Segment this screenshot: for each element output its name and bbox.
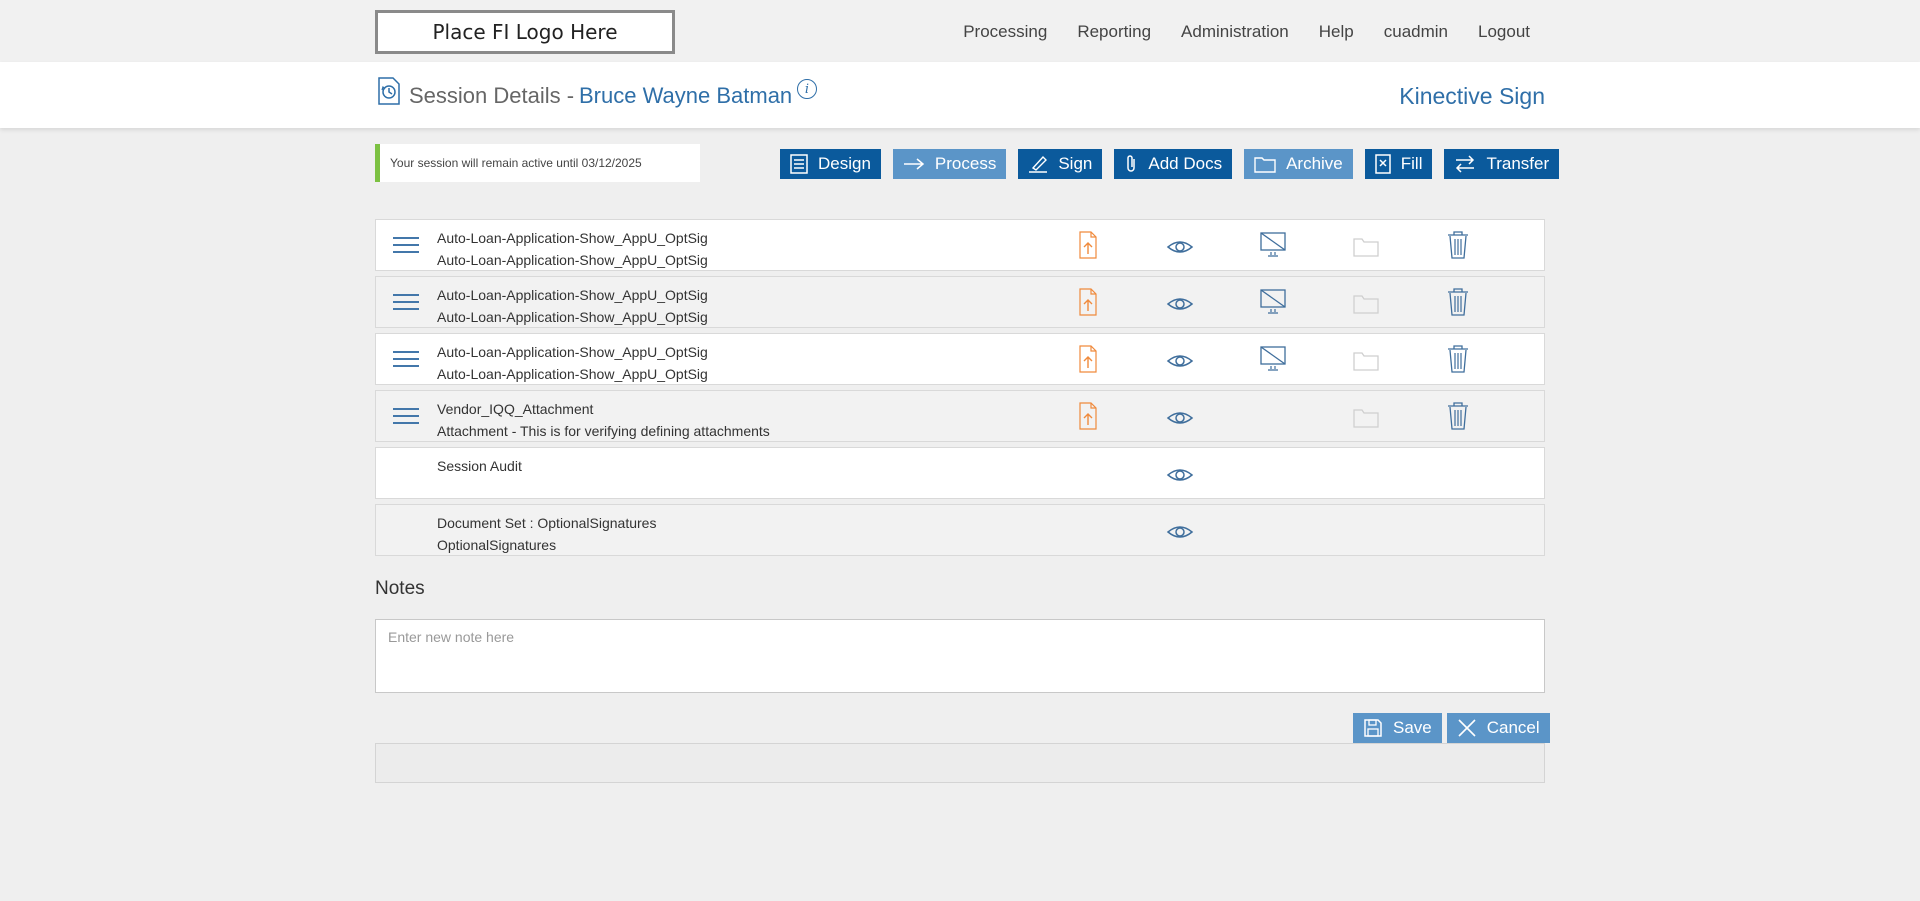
design-button[interactable]: Design — [780, 149, 881, 179]
document-name: Vendor_IQQ_Attachment — [437, 401, 594, 417]
transfer-icon — [1456, 155, 1475, 173]
esign-monitor-icon[interactable] — [1259, 230, 1287, 260]
upload-icon[interactable] — [1074, 287, 1102, 317]
notes-history-panel — [375, 743, 1545, 783]
document-description: Auto-Loan-Application-Show_AppU_OptSig — [437, 252, 708, 268]
nav-administration[interactable]: Administration — [1181, 22, 1289, 42]
archive-button-label: Archive — [1286, 154, 1343, 173]
document-row: Auto-Loan-Application-Show_AppU_OptSig A… — [375, 276, 1545, 328]
folder-icon[interactable] — [1352, 346, 1380, 376]
upload-icon[interactable] — [1074, 344, 1102, 374]
nav-logout[interactable]: Logout — [1478, 22, 1530, 42]
customer-name: Bruce Wayne Batman — [579, 83, 793, 108]
transfer-button-label: Transfer — [1486, 154, 1550, 173]
drag-handle-icon[interactable] — [393, 351, 419, 369]
view-eye-icon[interactable] — [1166, 346, 1194, 376]
sign-button[interactable]: Sign — [1018, 149, 1103, 179]
drag-handle-icon[interactable] — [393, 237, 419, 255]
document-description: Auto-Loan-Application-Show_AppU_OptSig — [437, 309, 708, 325]
drag-handle-icon[interactable] — [393, 408, 419, 426]
document-row: Auto-Loan-Application-Show_AppU_OptSig A… — [375, 219, 1545, 271]
document-text: Session Audit — [437, 455, 522, 477]
folder-icon[interactable] — [1352, 232, 1380, 262]
save-button-label: Save — [1393, 718, 1432, 737]
folder-icon[interactable] — [1352, 289, 1380, 319]
document-row: Vendor_IQQ_Attachment Attachment - This … — [375, 390, 1545, 442]
document-name: Auto-Loan-Application-Show_AppU_OptSig — [437, 287, 708, 303]
trash-icon[interactable] — [1444, 401, 1472, 431]
view-eye-icon[interactable] — [1166, 517, 1194, 547]
fi-logo-placeholder[interactable]: Place FI Logo Here — [375, 10, 675, 54]
top-navigation-bar: Place FI Logo Here Processing Reporting … — [0, 0, 1920, 62]
process-button[interactable]: Process — [892, 149, 1007, 179]
page-title: Session Details - — [409, 83, 575, 108]
document-text: Vendor_IQQ_Attachment Attachment - This … — [437, 398, 770, 442]
view-eye-icon[interactable] — [1166, 232, 1194, 262]
process-button-label: Process — [934, 154, 997, 173]
document-description: Attachment - This is for verifying defin… — [437, 423, 770, 439]
document-row: Auto-Loan-Application-Show_AppU_OptSig A… — [375, 333, 1545, 385]
document-name: Auto-Loan-Application-Show_AppU_OptSig — [437, 344, 708, 360]
document-text: Auto-Loan-Application-Show_AppU_OptSig A… — [437, 284, 708, 328]
info-icon[interactable]: i — [797, 79, 817, 99]
fill-icon — [1375, 154, 1391, 174]
trash-icon[interactable] — [1444, 230, 1472, 260]
document-description: Auto-Loan-Application-Show_AppU_OptSig — [437, 366, 708, 382]
archive-button[interactable]: Archive — [1244, 149, 1353, 179]
trash-icon[interactable] — [1444, 344, 1472, 374]
save-button[interactable]: Save — [1353, 713, 1442, 743]
fill-button-label: Fill — [1400, 154, 1423, 173]
paperclip-icon — [1127, 155, 1136, 172]
form-actions: Save Cancel — [1353, 713, 1555, 743]
nav-processing[interactable]: Processing — [963, 22, 1047, 42]
document-row: Session Audit — [375, 447, 1545, 499]
close-icon — [1458, 719, 1476, 737]
add-docs-button-label: Add Docs — [1148, 154, 1223, 173]
cancel-button-label: Cancel — [1486, 718, 1540, 737]
notes-heading: Notes — [375, 578, 425, 599]
nav-user[interactable]: cuadmin — [1384, 22, 1448, 42]
document-row: Document Set : OptionalSignatures Option… — [375, 504, 1545, 556]
document-text: Auto-Loan-Application-Show_AppU_OptSig A… — [437, 227, 708, 271]
drag-handle-icon[interactable] — [393, 294, 419, 312]
document-list: Auto-Loan-Application-Show_AppU_OptSig A… — [375, 219, 1545, 561]
nav-reporting[interactable]: Reporting — [1077, 22, 1151, 42]
view-eye-icon[interactable] — [1166, 289, 1194, 319]
add-docs-button[interactable]: Add Docs — [1114, 149, 1233, 179]
sign-button-label: Sign — [1058, 154, 1093, 173]
pen-icon — [1029, 155, 1048, 173]
document-name: Session Audit — [437, 458, 522, 474]
trash-icon[interactable] — [1444, 287, 1472, 317]
esign-monitor-icon[interactable] — [1259, 344, 1287, 374]
document-description: OptionalSignatures — [437, 537, 557, 553]
main-nav: Processing Reporting Administration Help… — [933, 22, 1530, 42]
view-eye-icon[interactable] — [1166, 460, 1194, 490]
design-button-label: Design — [818, 154, 871, 173]
document-name: Auto-Loan-Application-Show_AppU_OptSig — [437, 230, 708, 246]
document-text: Document Set : OptionalSignatures Option… — [437, 512, 656, 556]
brand-name: Kinective Sign — [1399, 83, 1545, 109]
transfer-button[interactable]: Transfer — [1444, 149, 1560, 179]
page-header: Session Details - Bruce Wayne Batman i K… — [0, 62, 1920, 128]
folder-icon[interactable] — [1352, 403, 1380, 433]
new-note-input[interactable] — [375, 619, 1545, 693]
folder-icon — [1254, 157, 1276, 173]
document-text: Auto-Loan-Application-Show_AppU_OptSig A… — [437, 341, 708, 385]
design-icon — [790, 154, 808, 174]
floppy-disk-icon — [1364, 719, 1382, 737]
action-toolbar: Design Process Sign Add Docs Archive Fil… — [780, 149, 1571, 179]
cancel-button[interactable]: Cancel — [1446, 713, 1550, 743]
upload-icon[interactable] — [1074, 401, 1102, 431]
view-eye-icon[interactable] — [1166, 403, 1194, 433]
session-history-icon — [378, 77, 400, 105]
session-active-notice: Your session will remain active until 03… — [375, 144, 700, 182]
arrow-right-icon — [903, 158, 925, 170]
fill-button[interactable]: Fill — [1364, 149, 1433, 179]
upload-icon[interactable] — [1074, 230, 1102, 260]
esign-monitor-icon[interactable] — [1259, 287, 1287, 317]
document-name: Document Set : OptionalSignatures — [437, 515, 657, 531]
nav-help[interactable]: Help — [1319, 22, 1354, 42]
